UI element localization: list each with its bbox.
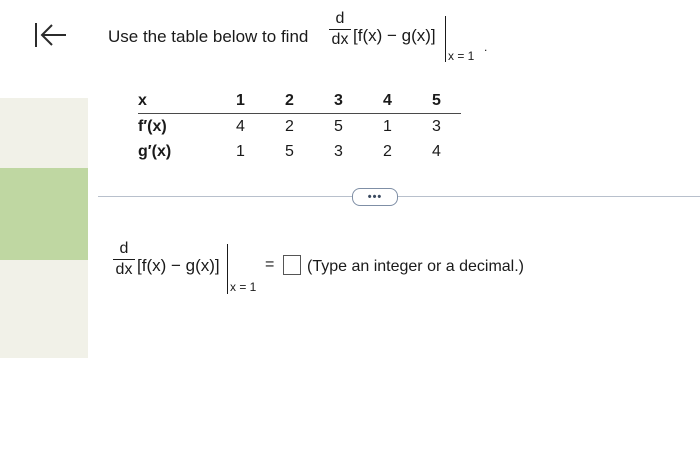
section-divider [98, 196, 700, 197]
expand-more-button[interactable]: ••• [352, 188, 398, 206]
table-cell: 3 [432, 117, 441, 135]
table-cell: 5 [285, 142, 294, 160]
table-cell: 2 [285, 117, 294, 135]
derivative-denominator: dx [115, 261, 133, 278]
derivative-numerator: d [335, 10, 345, 27]
evaluation-bar [227, 244, 228, 294]
fraction-bar [329, 29, 351, 30]
table-row: g′(x) 1 5 3 2 4 [138, 139, 461, 164]
answer-expression: [f(x) − g(x)] [137, 256, 220, 275]
table-row: f′(x) 4 2 5 1 3 [138, 114, 461, 140]
question-period: . [484, 40, 488, 54]
derivative-denominator: dx [331, 31, 349, 48]
table-cell: 1 [236, 142, 245, 160]
question-text: Use the table below to find [108, 27, 309, 46]
header-cell: 2 [265, 88, 314, 114]
left-highlight-strip [0, 168, 88, 260]
table-cell: 3 [334, 142, 343, 160]
table-cell: 2 [383, 142, 392, 160]
arrow-left-to-bar-icon [35, 23, 66, 47]
header-cell: 1 [216, 88, 265, 114]
answer-instruction: (Type an integer or a decimal.) [307, 258, 524, 275]
question-derivative-fraction: d dx [329, 10, 351, 49]
values-table: x 1 2 3 4 5 f′(x) 4 2 5 1 3 g′(x) 1 5 3 … [138, 88, 461, 164]
fraction-bar [113, 259, 135, 260]
table-cell: 5 [334, 117, 343, 135]
row-label: f′(x) [138, 117, 167, 135]
header-label: x [138, 88, 216, 114]
back-to-start-button[interactable] [32, 18, 72, 52]
evaluation-bar [445, 16, 446, 62]
question-expression: [f(x) − g(x)] [353, 26, 436, 45]
answer-input[interactable] [283, 255, 301, 275]
header-cell: 5 [412, 88, 461, 114]
table-cell: 1 [383, 117, 392, 135]
question-eval-point: x = 1 [448, 49, 475, 63]
header-cell: 4 [363, 88, 412, 114]
derivative-numerator: d [119, 240, 129, 257]
answer-derivative-fraction: d dx [113, 240, 135, 279]
table-header-row: x 1 2 3 4 5 [138, 88, 461, 114]
equals-sign: = [265, 256, 275, 273]
table-cell: 4 [236, 117, 245, 135]
table-cell: 4 [432, 142, 441, 160]
row-label: g′(x) [138, 142, 172, 160]
header-cell: 3 [314, 88, 363, 114]
answer-eval-point: x = 1 [230, 280, 257, 294]
